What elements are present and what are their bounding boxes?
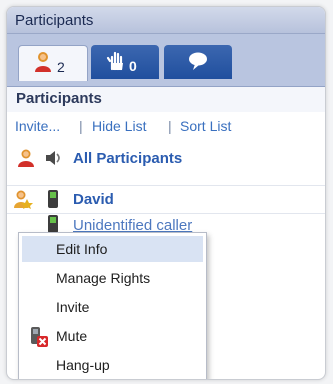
participants-section-header: Participants: [7, 86, 325, 112]
presenter-icon: [14, 190, 33, 209]
participants-icon: [18, 149, 34, 167]
participants-count: 2: [57, 59, 65, 75]
menu-item-invite[interactable]: Invite: [22, 294, 203, 320]
participants-icon: [35, 52, 51, 72]
tab-participants[interactable]: 2: [18, 45, 88, 81]
raised-hands-count: 0: [129, 58, 137, 74]
participant-row[interactable]: David: [7, 185, 325, 214]
participant-context-menu: Edit Info Manage Rights Invite Mute Hang…: [18, 232, 207, 379]
mute-icon: [31, 327, 48, 347]
menu-item-label: Mute: [56, 328, 88, 344]
panel-title: Participants: [15, 12, 94, 29]
tab-bar: 2 0: [7, 34, 325, 87]
panel-titlebar: Participants: [7, 7, 325, 34]
hide-list-link[interactable]: Hide List: [92, 118, 146, 134]
menu-item-label: Manage Rights: [56, 270, 151, 286]
section-title: Participants: [16, 90, 102, 107]
menu-item-manage-rights[interactable]: Manage Rights: [22, 265, 203, 291]
menu-item-hang-up[interactable]: Hang-up: [22, 352, 203, 378]
tab-raised-hands[interactable]: 0: [91, 45, 159, 79]
menu-item-edit-info[interactable]: Edit Info: [22, 236, 203, 262]
phone-icon: [48, 190, 58, 208]
menu-item-label: Edit Info: [56, 241, 108, 257]
invite-link[interactable]: Invite...: [15, 118, 60, 134]
participants-panel: Participants 2 0 Participants Invite... …: [6, 6, 326, 380]
menu-item-label: Invite: [56, 299, 90, 315]
link-separator: |: [168, 118, 172, 134]
list-actions: Invite... | Hide List | Sort List: [7, 113, 325, 137]
all-participants-label: All Participants: [73, 150, 183, 167]
tab-chat[interactable]: [164, 45, 232, 79]
all-participants-row[interactable]: All Participants: [7, 145, 325, 173]
phone-icon: [48, 215, 58, 233]
participant-name: David: [73, 191, 114, 208]
chat-bubble-icon: [189, 52, 207, 70]
menu-item-mute[interactable]: Mute: [22, 323, 203, 349]
link-separator: |: [79, 118, 83, 134]
raised-hand-icon: [106, 51, 123, 71]
sort-list-link[interactable]: Sort List: [180, 118, 231, 134]
menu-item-label: Hang-up: [56, 357, 110, 373]
speaker-icon: [46, 151, 60, 165]
